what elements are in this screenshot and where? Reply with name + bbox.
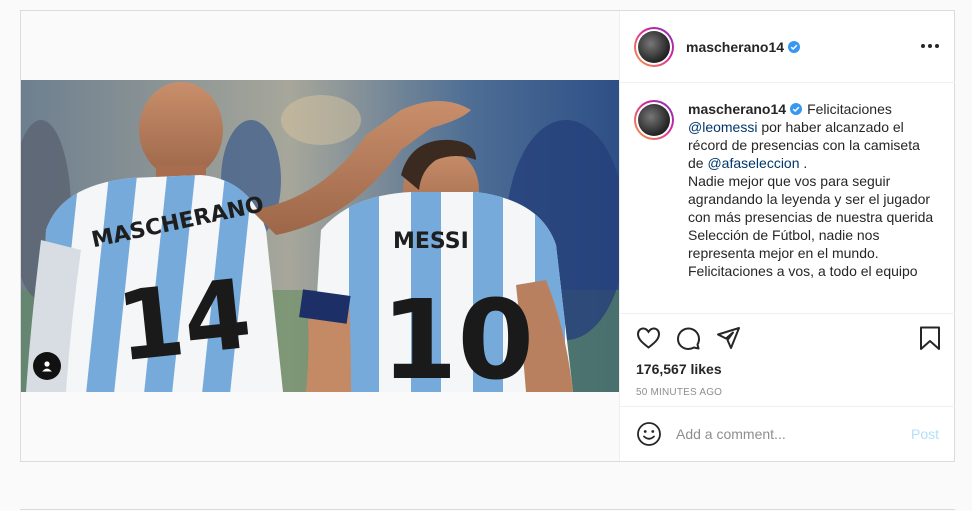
caption-line1: Felicitaciones — [807, 101, 892, 117]
bookmark-icon[interactable] — [919, 326, 941, 351]
caption-avatar[interactable] — [634, 100, 674, 140]
caption-paragraph-3: Felicitaciones a vos, a todo el equipo — [688, 263, 918, 279]
post-actions: 176,567 likes 50 MINUTES AGO — [620, 313, 955, 413]
mention-afaseleccion[interactable]: @afaseleccion — [707, 155, 799, 171]
emoji-icon[interactable] — [636, 421, 662, 447]
caption-line3: . — [799, 155, 808, 171]
post-sidebar: mascherano14 mascherano14 Felicitaciones … — [619, 11, 955, 461]
verified-badge-icon — [788, 40, 801, 53]
caption-username[interactable]: mascherano14 — [688, 101, 786, 117]
caption-text: mascherano14 Felicitaciones @leomessi por… — [688, 100, 938, 280]
comment-icon[interactable] — [676, 326, 701, 350]
heart-icon[interactable] — [636, 326, 661, 350]
post-frame: MASCHERANO 14 MESSI 10 mascherano14 masc… — [20, 10, 955, 462]
post-timestamp[interactable]: 50 MINUTES AGO — [636, 387, 722, 398]
user-tag-icon[interactable] — [33, 352, 61, 380]
comment-input[interactable] — [676, 426, 911, 442]
post-comment-button[interactable]: Post — [911, 426, 939, 442]
right-jersey-number: 10 — [381, 276, 534, 392]
mention-leomessi[interactable]: @leomessi — [688, 119, 757, 135]
avatar[interactable] — [634, 26, 674, 67]
caption-avatar-image — [638, 104, 670, 136]
verified-badge-icon — [790, 103, 803, 115]
photo-illustration: MASCHERANO 14 MESSI 10 — [21, 80, 619, 392]
avatar-image — [638, 30, 670, 63]
share-icon[interactable] — [716, 326, 741, 350]
right-jersey-name: MESSI — [393, 229, 469, 254]
post-media: MASCHERANO 14 MESSI 10 — [21, 11, 619, 461]
feed-divider — [20, 509, 955, 510]
post-header: mascherano14 — [620, 11, 955, 83]
left-jersey-number: 14 — [112, 258, 257, 383]
caption-area: mascherano14 Felicitaciones @leomessi por… — [620, 84, 955, 312]
comment-box: Post — [620, 406, 955, 461]
more-options-icon[interactable] — [921, 39, 939, 53]
likes-count[interactable]: 176,567 likes — [636, 361, 722, 377]
header-username[interactable]: mascherano14 — [686, 39, 784, 55]
post-photo[interactable]: MASCHERANO 14 MESSI 10 — [21, 80, 619, 392]
caption-paragraph-2: Nadie mejor que vos para seguir agrandan… — [688, 173, 934, 261]
